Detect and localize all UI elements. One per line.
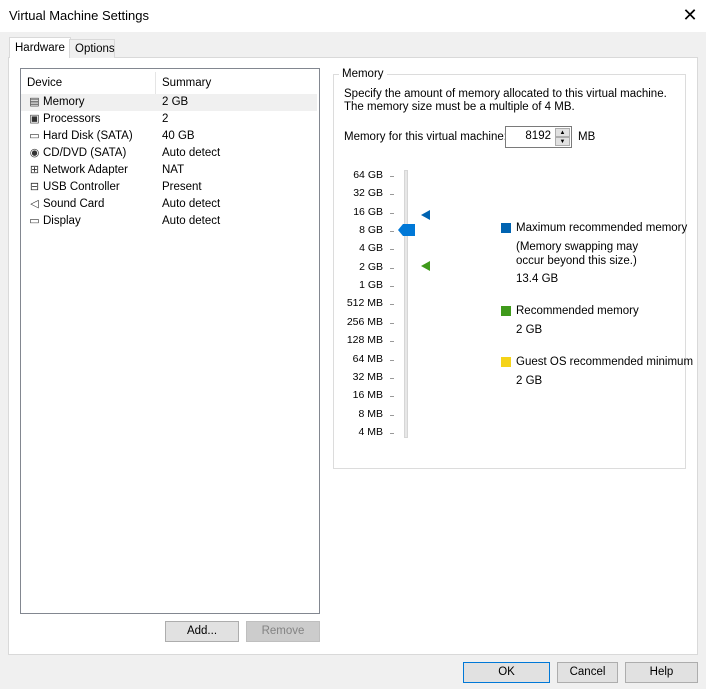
scale-tick	[390, 304, 394, 306]
device-list: Device Summary ▤ Memory 2 GB ▣ Processors…	[20, 68, 320, 614]
device-summary: 40 GB	[162, 130, 195, 142]
scale-tick	[390, 396, 394, 398]
close-icon[interactable]: ✕	[680, 5, 700, 26]
scale-label: 64 GB	[353, 169, 383, 181]
max-recommended-marker-icon	[421, 210, 430, 220]
max-recommended-legend-icon	[501, 223, 511, 233]
scale-tick	[390, 249, 394, 251]
scale-label: 512 MB	[346, 297, 383, 310]
scale-label: 1 GB	[359, 279, 383, 292]
device-summary: Present	[162, 181, 202, 193]
recommended-marker-icon	[421, 261, 430, 271]
scale-label: 8 GB	[359, 224, 383, 237]
memory-slider-track[interactable]	[404, 170, 408, 438]
tab-hardware[interactable]: Hardware	[9, 37, 71, 58]
help-button[interactable]: Help	[625, 662, 698, 683]
network-icon: ⊞	[29, 164, 40, 176]
scale-label: 16 GB	[353, 205, 383, 218]
scale-label: 128 MB	[346, 334, 383, 347]
processor-icon: ▣	[29, 113, 40, 125]
memory-description: Specify the amount of memory allocated t…	[344, 88, 667, 113]
device-row[interactable]: ◉ CD/DVD (SATA) Auto detect	[21, 145, 317, 162]
scale-tick	[390, 377, 394, 379]
monitor-icon: ▭	[29, 215, 40, 227]
memory-field-label: Memory for this virtual machine:	[344, 131, 507, 143]
scale-tick	[390, 286, 394, 288]
recommended-value: 2 GB	[516, 324, 543, 336]
max-recommended-value: 13.4 GB	[516, 273, 559, 285]
scale-tick	[390, 176, 394, 177]
usb-icon: ⊟	[29, 181, 40, 193]
tab-options[interactable]: Options	[69, 39, 115, 58]
device-row[interactable]: ▣ Processors 2	[21, 111, 317, 128]
remove-button[interactable]: Remove	[246, 621, 320, 642]
memory-group-label: Memory	[339, 68, 387, 80]
scale-label: 4 MB	[358, 425, 383, 438]
scale-label: 8 MB	[358, 407, 383, 420]
memory-input[interactable]: 8192 ▲ ▼	[505, 126, 572, 148]
window-title: Virtual Machine Settings	[9, 8, 149, 23]
device-summary: Auto detect	[162, 215, 221, 227]
scale-label: 32 MB	[352, 370, 383, 383]
device-row[interactable]: ▭ Display Auto detect	[21, 213, 317, 230]
device-name: Network Adapter	[43, 164, 129, 176]
cd-dvd-icon: ◉	[29, 147, 40, 159]
spin-down-icon[interactable]: ▼	[555, 137, 570, 146]
device-row[interactable]: ⊞ Network Adapter NAT	[21, 162, 317, 179]
device-name: Processors	[43, 113, 101, 125]
column-header-device[interactable]: Device	[27, 72, 62, 94]
scale-tick	[390, 231, 394, 233]
recommended-label: Recommended memory	[516, 305, 639, 317]
max-recommended-label: Maximum recommended memory	[516, 222, 688, 234]
device-name: Hard Disk (SATA)	[43, 130, 133, 142]
column-header-summary[interactable]: Summary	[162, 72, 211, 94]
guest-minimum-legend-icon	[501, 357, 511, 367]
memory-value: 8192	[525, 130, 551, 142]
title-bar: Virtual Machine Settings ✕	[0, 0, 706, 32]
scale-label: 16 MB	[352, 389, 383, 402]
hard-disk-icon: ▭	[29, 130, 40, 142]
device-name: Sound Card	[43, 198, 105, 210]
guest-minimum-value: 2 GB	[516, 375, 543, 387]
scale-tick	[390, 322, 394, 324]
device-summary: Auto detect	[162, 147, 221, 159]
scale-tick	[390, 359, 394, 361]
memory-icon: ▤	[29, 96, 40, 108]
memory-slider-thumb[interactable]	[398, 224, 415, 236]
device-name: USB Controller	[43, 181, 120, 193]
scale-label: 2 GB	[359, 260, 383, 273]
scale-label: 4 GB	[359, 242, 383, 255]
guest-minimum-label: Guest OS recommended minimum	[516, 356, 694, 368]
scale-tick	[390, 267, 394, 269]
memory-unit: MB	[578, 131, 596, 143]
device-name: CD/DVD (SATA)	[43, 147, 127, 159]
device-summary: 2 GB	[162, 96, 189, 108]
device-row[interactable]: ▭ Hard Disk (SATA) 40 GB	[21, 128, 317, 145]
scale-tick	[390, 212, 394, 214]
device-row[interactable]: ◁ Sound Card Auto detect	[21, 196, 317, 213]
scale-tick	[390, 414, 394, 416]
scale-tick	[390, 194, 394, 196]
scale-tick	[390, 341, 394, 343]
device-summary: NAT	[162, 164, 185, 176]
speaker-icon: ◁	[30, 198, 39, 210]
device-row[interactable]: ▤ Memory 2 GB	[21, 94, 317, 111]
device-name: Display	[43, 215, 81, 227]
scale-label: 256 MB	[346, 315, 383, 328]
cancel-button[interactable]: Cancel	[557, 662, 618, 683]
spin-up-icon[interactable]: ▲	[555, 128, 570, 137]
device-summary: 2	[162, 113, 169, 125]
device-name: Memory	[43, 96, 85, 108]
add-button[interactable]: Add...	[165, 621, 239, 642]
recommended-legend-icon	[501, 306, 511, 316]
scale-tick	[390, 432, 394, 434]
scale-label: 32 GB	[353, 187, 383, 200]
max-recommended-note: (Memory swapping may occur beyond this s…	[516, 241, 639, 267]
device-summary: Auto detect	[162, 198, 221, 210]
scale-label: 64 MB	[352, 352, 383, 365]
device-row[interactable]: ⊟ USB Controller Present	[21, 179, 317, 196]
ok-button[interactable]: OK	[463, 662, 550, 683]
